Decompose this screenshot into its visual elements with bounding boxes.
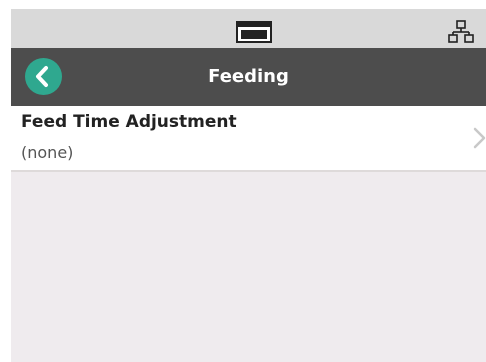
setting-label: Feed Time Adjustment bbox=[21, 112, 237, 132]
page-title: Feeding bbox=[208, 66, 289, 87]
chevron-left-icon bbox=[36, 66, 48, 87]
back-button[interactable] bbox=[25, 58, 62, 95]
battery-icon bbox=[236, 21, 272, 43]
network-icon bbox=[448, 20, 474, 44]
feed-time-adjustment-row[interactable]: Feed Time Adjustment (none) bbox=[11, 106, 486, 172]
header-bar: Feeding bbox=[11, 48, 486, 106]
status-bar bbox=[11, 9, 486, 48]
chevron-right-icon bbox=[472, 126, 486, 150]
screen: Feeding Feed Time Adjustment (none) bbox=[11, 9, 486, 362]
setting-value: (none) bbox=[21, 143, 74, 162]
